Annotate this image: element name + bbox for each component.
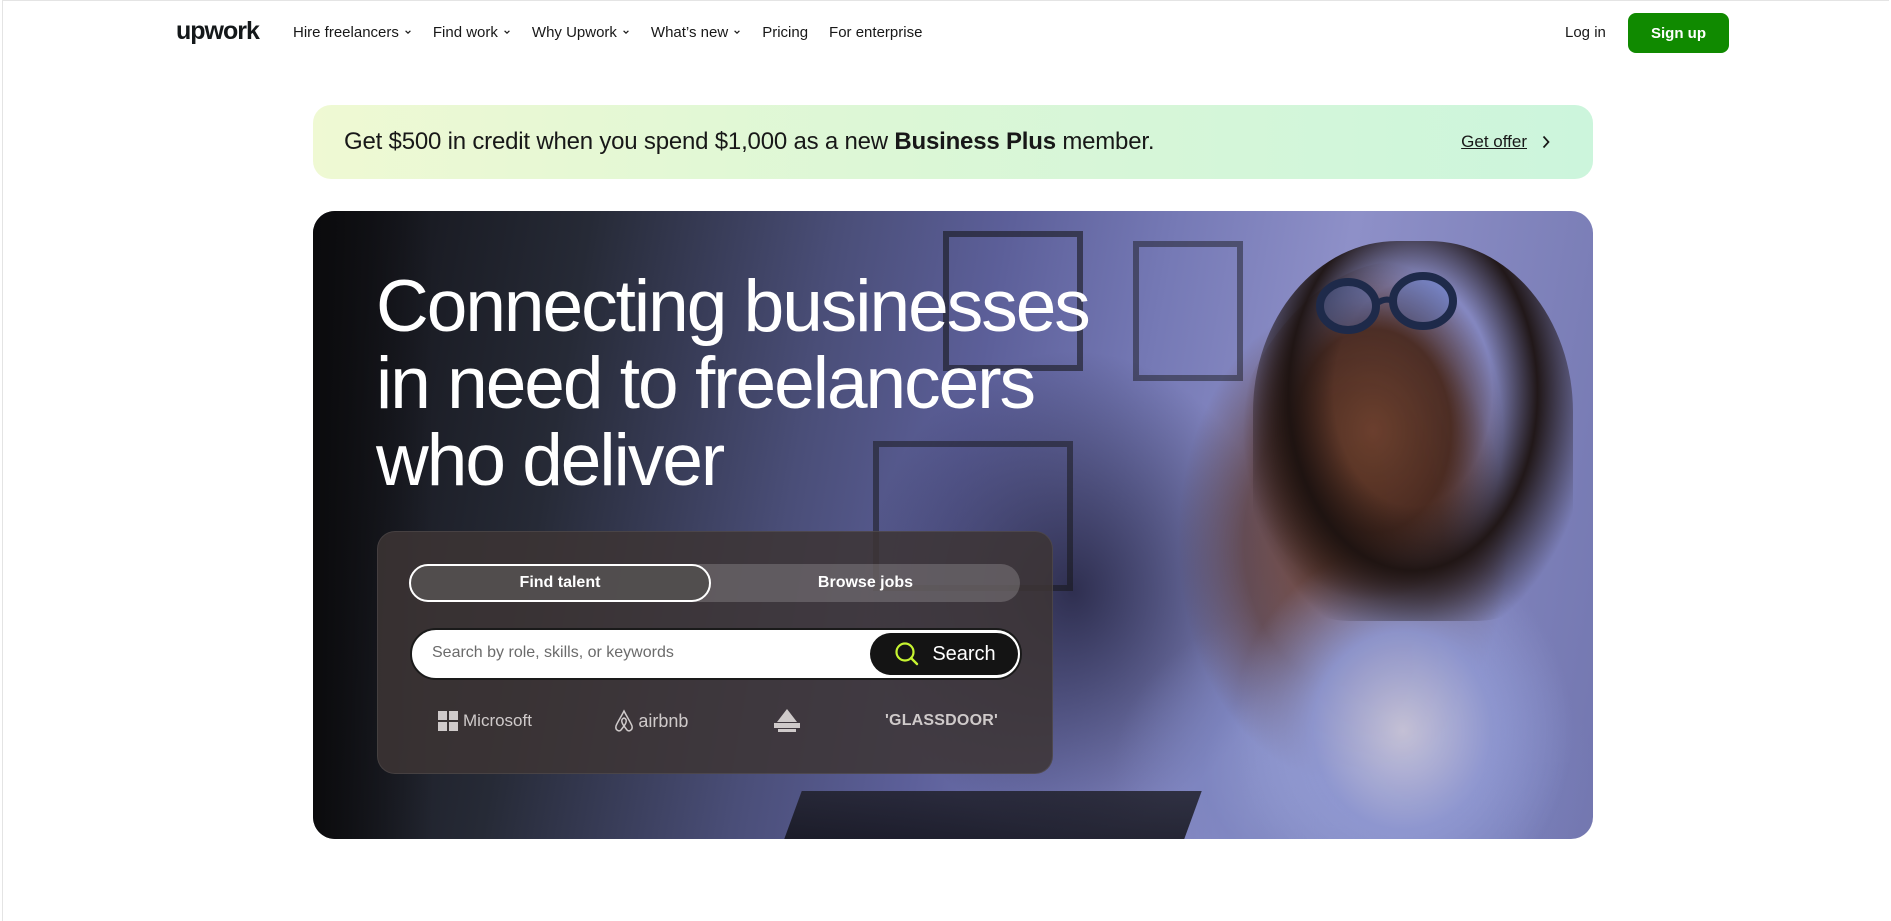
microsoft-grid-icon <box>438 711 458 731</box>
chevron-right-icon <box>1542 135 1550 149</box>
nav-find-work-label: Find work <box>432 24 498 41</box>
search-button[interactable]: Search <box>870 633 1018 675</box>
bissell-logo <box>773 709 800 732</box>
nav-hire-freelancers[interactable]: Hire freelancers <box>293 24 412 41</box>
nav-for-enterprise-label: For enterprise <box>829 24 923 41</box>
hero-section: Connecting businesses in need to freelan… <box>313 211 1593 839</box>
chevron-down-icon <box>734 29 741 34</box>
get-offer-label: Get offer <box>1461 132 1527 151</box>
main-nav: Hire freelancers Find work Why Upwork Wh… <box>293 24 943 41</box>
search-card: Find talent Browse jobs Search Microsoft… <box>377 531 1053 774</box>
airbnb-icon <box>615 709 634 732</box>
keyboard-decoration <box>784 791 1202 839</box>
promo-banner: Get $500 in credit when you spend $1,000… <box>313 105 1593 179</box>
tab-browse-jobs[interactable]: Browse jobs <box>711 564 1020 602</box>
nav-pricing[interactable]: Pricing <box>762 24 808 41</box>
chevron-down-icon <box>504 29 510 34</box>
signup-button[interactable]: Sign up <box>1628 13 1729 53</box>
hero-headline-line: Connecting businesses <box>376 266 1091 347</box>
glassdoor-logo: 'GLASSDOOR' <box>885 712 998 729</box>
nav-find-work[interactable]: Find work <box>433 24 511 41</box>
promo-text-suffix: member. <box>1055 128 1155 155</box>
trusted-by-logos: Microsoft airbnb 'GLASSDOOR' <box>438 706 998 736</box>
search-mode-toggle: Find talent Browse jobs <box>409 564 1020 602</box>
search-input[interactable] <box>432 644 852 662</box>
login-link[interactable]: Log in <box>1565 24 1606 41</box>
nav-whats-new[interactable]: What’s new <box>651 24 741 41</box>
hero-headline-line: who deliver <box>376 420 725 501</box>
nav-whats-new-label: What’s new <box>650 24 729 41</box>
promo-text: Get $500 in credit when you spend $1,000… <box>344 128 1154 156</box>
airbnb-logo: airbnb <box>613 709 688 733</box>
search-button-label: Search <box>932 642 996 665</box>
search-bar: Search <box>410 628 1022 680</box>
tab-find-talent[interactable]: Find talent <box>409 564 711 602</box>
nav-for-enterprise[interactable]: For enterprise <box>829 24 922 41</box>
search-icon <box>895 642 919 666</box>
chevron-down-icon <box>405 29 411 34</box>
wall-frame-decoration <box>1133 241 1243 381</box>
upwork-logo[interactable]: upwork <box>176 17 260 46</box>
get-offer-link[interactable]: Get offer <box>1461 132 1551 152</box>
hero-headline: Connecting businesses in need to freelan… <box>376 268 1136 499</box>
nav-hire-freelancers-label: Hire freelancers <box>293 24 399 41</box>
glasses-decoration <box>1316 272 1457 334</box>
site-header: upwork Hire freelancers Find work Why Up… <box>0 0 1891 66</box>
nav-why-upwork[interactable]: Why Upwork <box>532 24 630 41</box>
nav-why-upwork-label: Why Upwork <box>531 24 617 41</box>
promo-text-bold: Business Plus <box>894 128 1056 155</box>
promo-text-prefix: Get $500 in credit when you spend $1,000… <box>344 128 895 155</box>
chevron-down-icon <box>623 29 629 34</box>
hero-headline-line: in need to freelancers <box>376 343 1036 424</box>
microsoft-logo-text: Microsoft <box>463 711 532 730</box>
airbnb-logo-text: airbnb <box>638 710 689 731</box>
nav-pricing-label: Pricing <box>762 24 809 41</box>
microsoft-logo: Microsoft <box>438 711 532 731</box>
